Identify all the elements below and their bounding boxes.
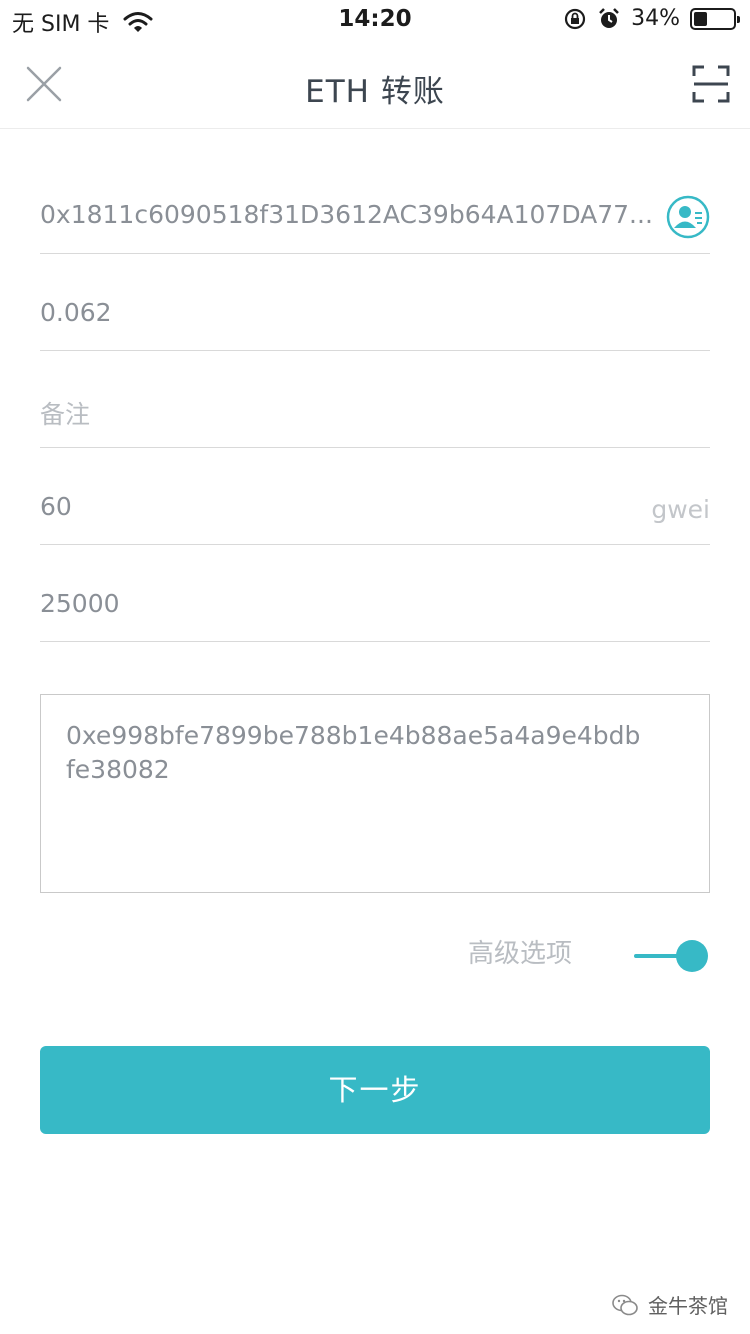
data-textarea[interactable]: 0xe998bfe7899be788b1e4b88ae5a4a9e4bdb fe…	[40, 694, 710, 893]
battery-percent: 34%	[631, 6, 680, 31]
toggle-knob	[676, 940, 708, 972]
data-text[interactable]: 0xe998bfe7899be788b1e4b88ae5a4a9e4bdb fe…	[66, 719, 684, 787]
memo-field[interactable]: 备注	[40, 350, 710, 448]
amount-input[interactable]: 0.062	[40, 298, 112, 327]
gas-price-unit: gwei	[651, 495, 710, 524]
next-button[interactable]: 下一步	[40, 1046, 710, 1134]
watermark-text: 金牛茶馆	[648, 1294, 728, 1318]
status-right: 34%	[563, 6, 740, 31]
battery-icon	[690, 7, 740, 30]
battery-level	[694, 11, 707, 26]
rotation-lock-icon	[564, 8, 586, 29]
gas-limit-input[interactable]: 25000	[40, 589, 120, 618]
watermark: 金牛茶馆	[612, 1290, 728, 1319]
amount-field[interactable]: 0.062	[40, 253, 710, 351]
wechat-icon	[612, 1294, 638, 1315]
page-title: ETH 转账	[305, 74, 445, 110]
data-text-line-1: 0xe998bfe7899be788b1e4b88ae5a4a9e4bdb	[66, 721, 641, 750]
memo-input[interactable]: 备注	[40, 395, 90, 431]
address-field[interactable]: 0x1811c6090518f31D3612AC39b64A107DA77...	[40, 158, 710, 254]
alarm-icon	[599, 7, 619, 28]
nav-bar: ETH 转账	[0, 40, 750, 129]
gas-limit-field[interactable]: 25000	[40, 544, 710, 642]
scan-icon[interactable]	[692, 64, 730, 104]
gas-price-input[interactable]: 60	[40, 492, 72, 521]
status-bar: 无 SIM 卡 14:20 34%	[0, 0, 750, 40]
gas-price-field[interactable]: 60 gwei	[40, 447, 710, 545]
contacts-icon[interactable]	[666, 195, 710, 239]
advanced-options-toggle[interactable]	[634, 940, 710, 972]
data-text-line-2: fe38082	[66, 755, 170, 784]
advanced-options-label: 高级选项	[468, 939, 573, 969]
address-input[interactable]: 0x1811c6090518f31D3612AC39b64A107DA77...	[40, 200, 653, 229]
battery-tip	[737, 15, 740, 23]
